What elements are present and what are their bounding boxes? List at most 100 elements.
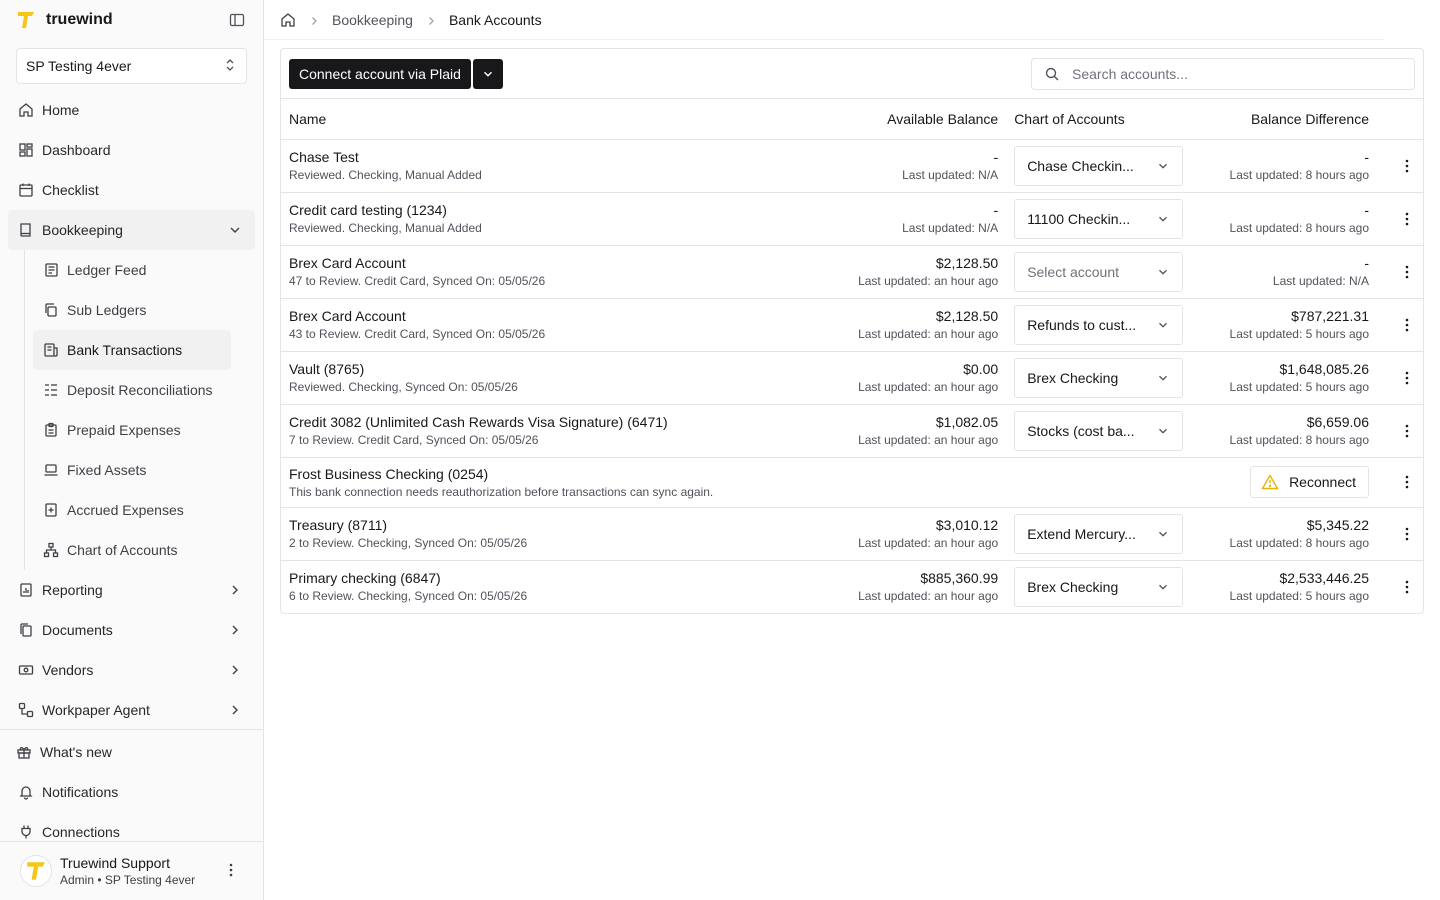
chevron-down-icon: [1156, 424, 1170, 438]
balance-updated: Last updated: N/A: [902, 168, 999, 182]
chart-of-accounts-select[interactable]: Select account: [1014, 251, 1184, 292]
nav-item-notifications[interactable]: Notifications: [0, 772, 263, 812]
chart-of-accounts-select[interactable]: Chase Checkin...: [1014, 145, 1184, 186]
table-row[interactable]: Chase Test Reviewed. Checking, Manual Add…: [281, 139, 1423, 193]
chart-of-accounts-value: Chase Checkin...: [1027, 157, 1134, 174]
row-menu-icon[interactable]: [1399, 526, 1415, 542]
breadcrumb-bookkeeping[interactable]: Bookkeeping: [332, 12, 413, 28]
search-input[interactable]: [1072, 65, 1392, 82]
sidebar-item-chart-of-accounts[interactable]: Chart of Accounts: [33, 530, 231, 570]
sidebar-label: Bank Transactions: [67, 342, 183, 358]
table-row[interactable]: Brex Card Account 47 to Review. Credit Ca…: [281, 245, 1423, 299]
account-name[interactable]: Primary checking (6847): [289, 570, 831, 586]
chart-of-accounts-select[interactable]: 11100 Checkin...: [1014, 198, 1184, 239]
nav-item-bookkeeping[interactable]: Bookkeeping: [8, 210, 255, 250]
balance-difference: $787,221.31: [1291, 308, 1369, 324]
search-box: [1031, 57, 1415, 90]
brand-name: truewind: [46, 11, 113, 28]
row-menu-icon[interactable]: [1399, 579, 1415, 595]
nav-item-vendors[interactable]: Vendors: [0, 650, 263, 690]
table-row[interactable]: Brex Card Account 43 to Review. Credit Ca…: [281, 298, 1423, 352]
chart-of-accounts-select[interactable]: Extend Mercury...: [1014, 513, 1184, 554]
nav-item-reporting[interactable]: Reporting: [0, 570, 263, 610]
sidebar-item-accrued-expenses[interactable]: Accrued Expenses: [33, 490, 231, 530]
account-name[interactable]: Brex Card Account: [289, 255, 831, 271]
available-balance: -: [993, 149, 999, 165]
balance-updated: Last updated: N/A: [902, 221, 999, 235]
account-status: 7 to Review. Credit Card, Synced On: 05/…: [289, 433, 539, 447]
nav-label-home: Home: [42, 102, 80, 118]
chevron-right-icon: [227, 662, 243, 678]
column-header-name[interactable]: Name: [281, 99, 840, 140]
sidebar-toggle-icon[interactable]: [227, 10, 247, 30]
account-status: 47 to Review. Credit Card, Synced On: 05…: [289, 274, 546, 288]
account-name[interactable]: Credit 3082 (Unlimited Cash Rewards Visa…: [289, 414, 831, 430]
column-header-balance-difference[interactable]: Balance Difference: [1192, 99, 1377, 140]
user-profile[interactable]: Truewind Support Admin • SP Testing 4eve…: [0, 841, 263, 900]
sidebar-item-deposit-reconciliations[interactable]: Deposit Reconciliations: [33, 370, 231, 410]
chart-of-accounts-select[interactable]: Stocks (cost ba...: [1014, 410, 1184, 451]
table-row[interactable]: Credit card testing (1234) Reviewed. Chec…: [281, 192, 1423, 246]
table-row[interactable]: Vault (8765) Reviewed. Checking, Synced O…: [281, 351, 1423, 405]
difference-updated: Last updated: 5 hours ago: [1229, 380, 1369, 394]
reconnect-button[interactable]: Reconnect: [1250, 466, 1369, 498]
account-name[interactable]: Vault (8765): [289, 361, 831, 377]
nav-item-checklist[interactable]: Checklist: [0, 170, 263, 210]
sidebar-item-prepaid-expenses[interactable]: Prepaid Expenses: [33, 410, 231, 450]
main-nav: Home Dashboard Checklist Bookkeeping Led…: [0, 90, 263, 730]
table-row[interactable]: Credit 3082 (Unlimited Cash Rewards Visa…: [281, 404, 1423, 458]
table-row[interactable]: Treasury (8711) 2 to Review. Checking, Sy…: [281, 507, 1423, 561]
account-name[interactable]: Chase Test: [289, 149, 831, 165]
connect-options-button[interactable]: [472, 58, 503, 89]
more-vertical-icon[interactable]: [223, 862, 239, 878]
chevron-right-icon: [227, 702, 243, 718]
table-row[interactable]: Frost Business Checking (0254) This bank …: [281, 457, 1423, 508]
sidebar-item-sub-ledgers[interactable]: Sub Ledgers: [33, 290, 231, 330]
chart-of-accounts-select[interactable]: Refunds to cust...: [1014, 304, 1184, 345]
row-menu-icon[interactable]: [1399, 264, 1415, 280]
bank-accounts-panel: Connect account via Plaid Name Available…: [280, 48, 1424, 614]
sidebar-item-fixed-assets[interactable]: Fixed Assets: [33, 450, 231, 490]
row-menu-icon[interactable]: [1399, 317, 1415, 333]
column-header-chart-of-accounts[interactable]: Chart of Accounts: [1006, 99, 1193, 140]
nav-label-notifications: Notifications: [42, 784, 119, 800]
nav-item-home[interactable]: Home: [0, 90, 263, 130]
nav-item-dashboard[interactable]: Dashboard: [0, 130, 263, 170]
home-icon[interactable]: [280, 12, 296, 28]
account-name[interactable]: Treasury (8711): [289, 517, 831, 533]
org-selector[interactable]: SP Testing 4ever: [16, 48, 247, 84]
balance-updated: Last updated: an hour ago: [858, 536, 999, 550]
chart-of-accounts-select[interactable]: Brex Checking: [1014, 566, 1184, 607]
gift-icon: [16, 744, 32, 760]
sidebar-label: Prepaid Expenses: [67, 422, 181, 438]
account-name[interactable]: Credit card testing (1234): [289, 202, 831, 218]
table-row[interactable]: Primary checking (6847) 6 to Review. Chec…: [281, 560, 1423, 613]
banknote-icon: [18, 662, 34, 678]
chart-of-accounts-placeholder: Select account: [1027, 263, 1120, 280]
chevron-right-icon: [227, 622, 243, 638]
row-menu-icon[interactable]: [1399, 158, 1415, 174]
difference-updated: Last updated: 8 hours ago: [1229, 221, 1369, 235]
chart-of-accounts-value: Stocks (cost ba...: [1027, 422, 1135, 439]
nav-item-workpaper-agent[interactable]: Workpaper Agent: [0, 690, 263, 730]
network-icon: [43, 542, 59, 558]
row-menu-icon[interactable]: [1399, 423, 1415, 439]
search-icon: [1044, 66, 1060, 82]
column-header-available-balance[interactable]: Available Balance: [839, 99, 1007, 140]
row-menu-icon[interactable]: [1399, 474, 1415, 490]
difference-updated: Last updated: N/A: [1272, 274, 1369, 288]
row-menu-icon[interactable]: [1399, 211, 1415, 227]
sidebar-item-bank-transactions[interactable]: Bank Transactions: [33, 330, 231, 370]
connect-plaid-button[interactable]: Connect account via Plaid: [289, 58, 471, 89]
nav-label-checklist: Checklist: [42, 182, 99, 198]
chart-of-accounts-select[interactable]: Brex Checking: [1014, 357, 1184, 398]
account-name[interactable]: Brex Card Account: [289, 308, 831, 324]
sidebar-label: Sub Ledgers: [67, 302, 147, 318]
sidebar-item-ledger-feed[interactable]: Ledger Feed: [33, 250, 231, 290]
truewind-logo-icon: [16, 10, 36, 30]
row-menu-icon[interactable]: [1399, 370, 1415, 386]
nav-item-documents[interactable]: Documents: [0, 610, 263, 650]
account-status: Reviewed. Checking, Manual Added: [289, 221, 482, 235]
account-name[interactable]: Frost Business Checking (0254): [289, 466, 1184, 482]
nav-item-whats-new[interactable]: What's new: [0, 732, 263, 772]
